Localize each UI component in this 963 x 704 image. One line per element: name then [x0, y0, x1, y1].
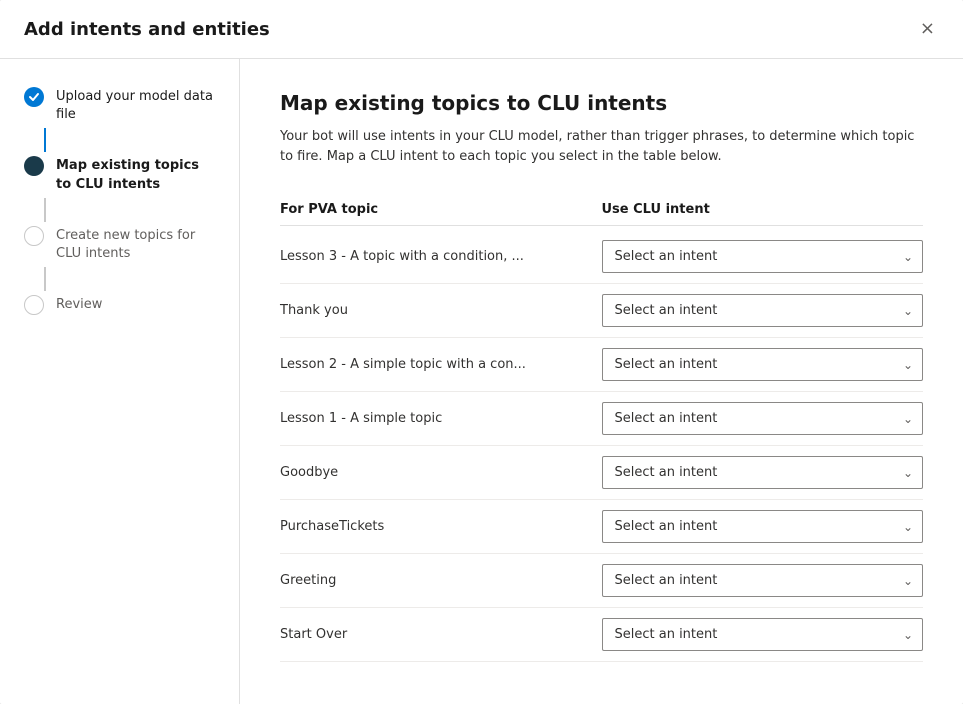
- step-label-create: Create new topics for CLU intents: [56, 226, 215, 263]
- connector-line-2: [44, 198, 46, 222]
- topic-name-2: Lesson 2 - A simple topic with a con...: [280, 357, 602, 372]
- connector-3: [0, 267, 239, 291]
- topic-name-5: PurchaseTickets: [280, 519, 602, 534]
- step-map: Map existing topics to CLU intents: [0, 152, 239, 197]
- connector-line-3: [44, 267, 46, 291]
- column-header-pva: For PVA topic: [280, 202, 602, 217]
- intent-dropdown-wrapper-7: Select an intent⌄: [602, 618, 924, 651]
- intent-dropdown-2[interactable]: Select an intent: [602, 348, 924, 381]
- connector-2: [0, 198, 239, 222]
- intent-dropdown-wrapper-1: Select an intent⌄: [602, 294, 924, 327]
- intent-dropdown-7[interactable]: Select an intent: [602, 618, 924, 651]
- intent-dropdown-4[interactable]: Select an intent: [602, 456, 924, 489]
- mapping-table: For PVA topic Use CLU intent Lesson 3 - …: [280, 194, 923, 662]
- intent-dropdown-0[interactable]: Select an intent: [602, 240, 924, 273]
- intent-dropdown-5[interactable]: Select an intent: [602, 510, 924, 543]
- table-row: PurchaseTicketsSelect an intent⌄: [280, 500, 923, 554]
- modal-title: Add intents and entities: [24, 19, 270, 40]
- table-row: GreetingSelect an intent⌄: [280, 554, 923, 608]
- step-label-upload: Upload your model data file: [56, 87, 215, 124]
- topic-name-6: Greeting: [280, 573, 602, 588]
- intent-dropdown-wrapper-4: Select an intent⌄: [602, 456, 924, 489]
- step-circle-upload: [24, 87, 44, 107]
- connector-line-1: [44, 128, 46, 152]
- intent-dropdown-wrapper-3: Select an intent⌄: [602, 402, 924, 435]
- add-intents-modal: Add intents and entities × Upload your m…: [0, 0, 963, 704]
- step-label-map: Map existing topics to CLU intents: [56, 156, 215, 193]
- intent-dropdown-wrapper-2: Select an intent⌄: [602, 348, 924, 381]
- step-review: Review: [0, 291, 239, 319]
- step-circle-create: [24, 226, 44, 246]
- topic-name-1: Thank you: [280, 303, 602, 318]
- page-title: Map existing topics to CLU intents: [280, 91, 923, 115]
- modal-header: Add intents and entities ×: [0, 0, 963, 59]
- table-row: Lesson 1 - A simple topicSelect an inten…: [280, 392, 923, 446]
- table-header: For PVA topic Use CLU intent: [280, 194, 923, 226]
- table-row: Lesson 2 - A simple topic with a con...S…: [280, 338, 923, 392]
- intent-dropdown-wrapper-0: Select an intent⌄: [602, 240, 924, 273]
- step-circle-map: [24, 156, 44, 176]
- sidebar: Upload your model data file Map existing…: [0, 59, 240, 704]
- topic-name-3: Lesson 1 - A simple topic: [280, 411, 602, 426]
- intent-dropdown-wrapper-6: Select an intent⌄: [602, 564, 924, 597]
- table-row: Start OverSelect an intent⌄: [280, 608, 923, 662]
- topic-name-4: Goodbye: [280, 465, 602, 480]
- column-header-clu: Use CLU intent: [602, 202, 924, 217]
- main-content: Map existing topics to CLU intents Your …: [240, 59, 963, 704]
- topic-name-0: Lesson 3 - A topic with a condition, ...: [280, 249, 602, 264]
- table-row: Thank youSelect an intent⌄: [280, 284, 923, 338]
- intent-dropdown-1[interactable]: Select an intent: [602, 294, 924, 327]
- table-row: GoodbyeSelect an intent⌄: [280, 446, 923, 500]
- table-row: Lesson 3 - A topic with a condition, ...…: [280, 230, 923, 284]
- step-upload: Upload your model data file: [0, 83, 239, 128]
- topic-name-7: Start Over: [280, 627, 602, 642]
- intent-dropdown-3[interactable]: Select an intent: [602, 402, 924, 435]
- step-label-review: Review: [56, 295, 102, 314]
- connector-1: [0, 128, 239, 152]
- table-rows-container: Lesson 3 - A topic with a condition, ...…: [280, 230, 923, 662]
- intent-dropdown-6[interactable]: Select an intent: [602, 564, 924, 597]
- intent-dropdown-wrapper-5: Select an intent⌄: [602, 510, 924, 543]
- close-button[interactable]: ×: [916, 16, 939, 42]
- section-description: Your bot will use intents in your CLU mo…: [280, 127, 923, 166]
- step-create: Create new topics for CLU intents: [0, 222, 239, 267]
- step-circle-review: [24, 295, 44, 315]
- modal-body: Upload your model data file Map existing…: [0, 59, 963, 704]
